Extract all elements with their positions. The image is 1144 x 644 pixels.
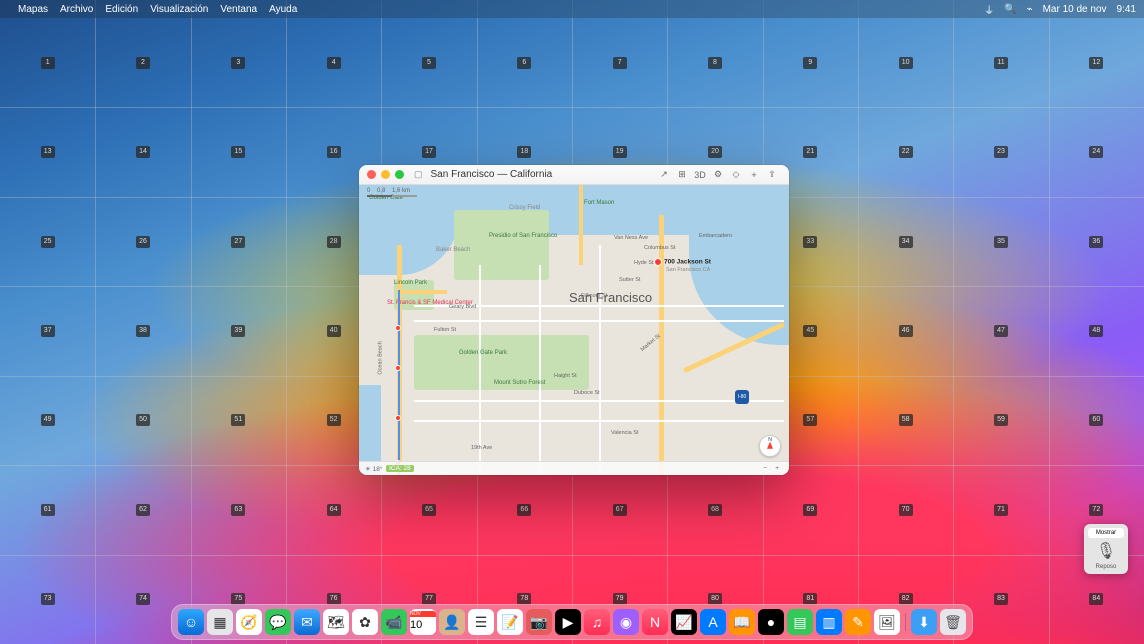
route-point [395, 415, 401, 421]
dock-news[interactable]: N [642, 609, 668, 635]
control-center-icon[interactable]: ⌁ [1027, 4, 1033, 15]
pin-icon [654, 258, 662, 266]
dock-notes[interactable]: 📝 [497, 609, 523, 635]
street-fulton: Fulton St [434, 327, 456, 333]
wifi-icon[interactable]: ⏚ [984, 2, 994, 17]
street-columbus: Columbus St [644, 245, 676, 251]
3d-button[interactable]: 3D [691, 170, 709, 180]
dock-podcasts[interactable]: ◉ [613, 609, 639, 635]
dock: ☺▦🧭💬✉🗺✿📹NOV10👤☰📝📷▶♫◉N📈A📖●▤▥✎🖼 ⬇🗑 [171, 604, 973, 640]
callout-subtitle: San Francisco CA [666, 267, 710, 273]
dock-voicememos[interactable]: ● [758, 609, 784, 635]
menu-ventana[interactable]: Ventana [220, 4, 257, 15]
close-button[interactable] [367, 170, 376, 179]
dock-mail[interactable]: ✉ [294, 609, 320, 635]
poi-ggp: Golden Gate Park [459, 350, 507, 357]
maps-window: ▢ San Francisco — California ↗ ⊞ 3D ⚙ ◇ … [359, 165, 789, 475]
street-vanness: Van Ness Ave [614, 235, 648, 241]
street-haight: Haight St [554, 373, 577, 379]
dock-facetime[interactable]: 📹 [381, 609, 407, 635]
menu-ayuda[interactable]: Ayuda [269, 4, 297, 15]
poi-sutro: Mount Sutro Forest [494, 380, 545, 387]
zoom-out-button[interactable]: − [759, 465, 771, 472]
voice-control-panel: Mostrar 🎙 Reposo [1084, 524, 1128, 574]
directions-button[interactable]: ◇ [727, 169, 745, 180]
dock-tv[interactable]: ▶ [555, 609, 581, 635]
street-embarc: Embarcadero [699, 233, 732, 239]
menubar-time[interactable]: 9:41 [1117, 4, 1136, 15]
street-hyde: Hyde St [634, 260, 654, 266]
dock-music[interactable]: ♫ [584, 609, 610, 635]
dock-numbers[interactable]: ▤ [787, 609, 813, 635]
dock-maps[interactable]: 🗺 [323, 609, 349, 635]
window-titlebar[interactable]: ▢ San Francisco — California ↗ ⊞ 3D ⚙ ◇ … [359, 165, 789, 185]
microphone-icon[interactable]: 🎙 [1088, 541, 1124, 561]
dock-launchpad[interactable]: ▦ [207, 609, 233, 635]
menu-visualizacion[interactable]: Visualización [150, 4, 208, 15]
dock-safari[interactable]: 🧭 [236, 609, 262, 635]
street-duboce: Duboce St [574, 390, 600, 396]
dock-preview[interactable]: 🖼 [874, 609, 900, 635]
dock-messages[interactable]: 💬 [265, 609, 291, 635]
window-title: San Francisco — California [431, 169, 553, 180]
share-button[interactable]: ↗ [655, 169, 673, 180]
settings-icon[interactable]: ⚙ [709, 169, 727, 180]
zoom-in-button[interactable]: + [771, 465, 783, 472]
map-status-bar: ☀ 18° ICA: 28 − + [359, 461, 789, 475]
dock-photos[interactable]: ✿ [352, 609, 378, 635]
spotlight-icon[interactable]: 🔍 [1004, 4, 1016, 15]
poi-presidio: Presidio of San Francisco [489, 233, 557, 240]
dock-stocks[interactable]: 📈 [671, 609, 697, 635]
sidebar-toggle-icon[interactable]: ▢ [414, 169, 423, 180]
street-ocean: Ocean Beach [378, 341, 384, 374]
map-mode-button[interactable]: ⊞ [673, 169, 691, 180]
location-callout[interactable]: 700 Jackson St San Francisco CA [654, 258, 711, 273]
dock-reminders[interactable]: ☰ [468, 609, 494, 635]
weather-status: ☀ 18° [365, 465, 382, 473]
menubar: Mapas Archivo Edición Visualización Vent… [0, 0, 1144, 18]
compass-icon[interactable] [759, 435, 781, 457]
poi-crissy: Crissy Field [509, 205, 540, 212]
street-sutter: Sutter St [619, 277, 640, 283]
dock-pages[interactable]: ✎ [845, 609, 871, 635]
street-19th: 19th Ave [471, 445, 492, 451]
dock-photobooth[interactable]: 📷 [526, 609, 552, 635]
add-button[interactable]: + [745, 170, 763, 180]
dock-books[interactable]: 📖 [729, 609, 755, 635]
dock-finder[interactable]: ☺ [178, 609, 204, 635]
minimize-button[interactable] [381, 170, 390, 179]
map-canvas[interactable]: San Francisco Golden Gate Presidio of Sa… [359, 185, 789, 475]
callout-title: 700 Jackson St [664, 259, 711, 266]
dock-downloads[interactable]: ⬇ [911, 609, 937, 635]
street-fillmore: Fillmore St [581, 293, 607, 299]
export-icon[interactable]: ⇪ [763, 169, 781, 180]
aqi-status: ICA: 28 [386, 465, 414, 472]
voice-show-button[interactable]: Mostrar [1088, 528, 1124, 538]
interstate-shield: I-80 [735, 390, 749, 404]
map-scale: 0 0,8 1,6 km [367, 188, 417, 197]
fullscreen-button[interactable] [395, 170, 404, 179]
menu-edicion[interactable]: Edición [105, 4, 138, 15]
poi-fort-mason: Fort Mason [584, 200, 614, 207]
menubar-date[interactable]: Mar 10 de nov [1043, 4, 1107, 15]
dock-contacts[interactable]: 👤 [439, 609, 465, 635]
voice-status-label: Reposo [1088, 564, 1124, 570]
route-point [395, 365, 401, 371]
poi-baker: Baker Beach [436, 247, 470, 254]
route-point [395, 325, 401, 331]
street-geary: Geary Blvd [449, 304, 476, 310]
dock-keynote[interactable]: ▥ [816, 609, 842, 635]
dock-appstore[interactable]: A [700, 609, 726, 635]
menu-archivo[interactable]: Archivo [60, 4, 93, 15]
dock-trash[interactable]: 🗑 [940, 609, 966, 635]
app-menu[interactable]: Mapas [18, 4, 48, 15]
dock-calendar[interactable]: NOV10 [410, 609, 436, 635]
street-valencia: Valencia St [611, 430, 638, 436]
poi-lincoln-park: Lincoln Park [394, 280, 427, 287]
